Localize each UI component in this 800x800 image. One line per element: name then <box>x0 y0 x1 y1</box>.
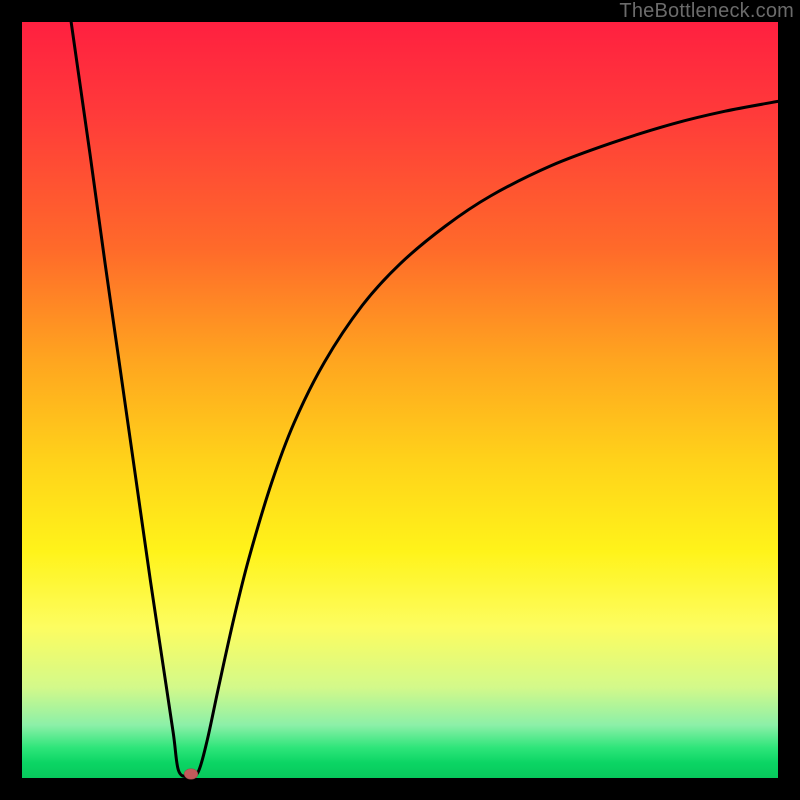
plot-frame <box>22 22 778 778</box>
curve-layer <box>22 22 778 778</box>
bottleneck-curve <box>71 22 778 777</box>
minimum-marker <box>184 769 198 780</box>
watermark-text: TheBottleneck.com <box>619 0 794 23</box>
